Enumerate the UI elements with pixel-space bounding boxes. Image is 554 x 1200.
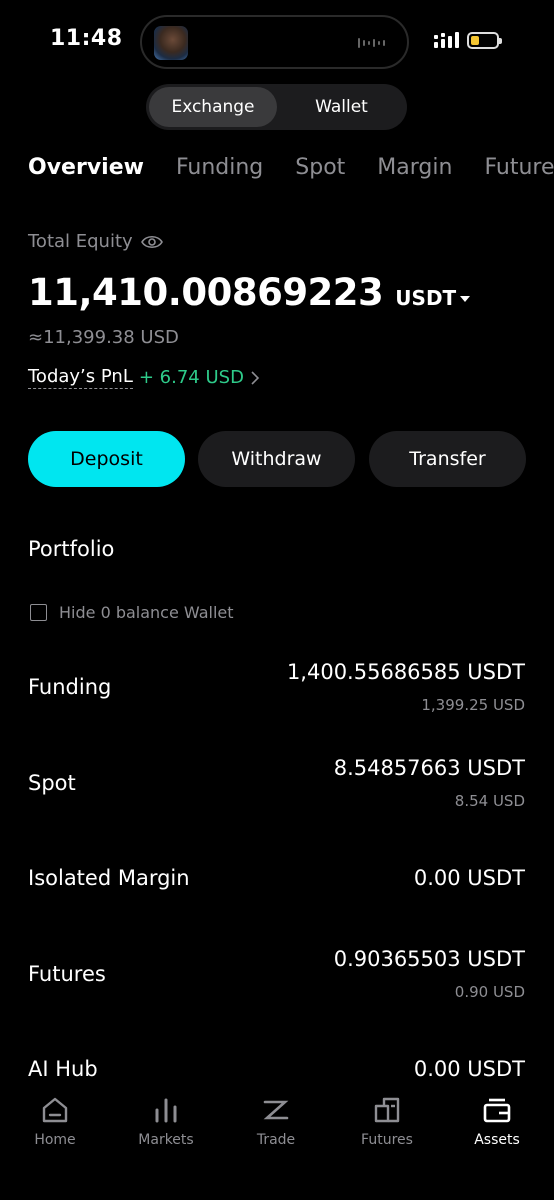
portfolio-row-futures[interactable]: Futures 0.90365503 USDT 0.90 USD: [28, 947, 525, 1007]
row-amount: 0.90365503 USDT: [333, 947, 525, 971]
currency-label: USDT: [395, 286, 457, 310]
nav-markets[interactable]: Markets: [116, 1094, 216, 1148]
caret-down-icon: [460, 296, 471, 302]
portfolio-row-ai-hub[interactable]: AI Hub 0.00 USDT: [28, 1057, 525, 1087]
row-name: Spot: [28, 771, 76, 795]
tab-spot[interactable]: Spot: [295, 155, 345, 180]
tab-funding[interactable]: Funding: [176, 155, 263, 180]
row-amount: 1,400.55686585 USDT: [286, 660, 525, 684]
total-equity-text: Total Equity: [28, 231, 133, 252]
portfolio-row-spot[interactable]: Spot 8.54857663 USDT 8.54 USD: [28, 756, 525, 816]
total-equity: 11,410.00869223 USDT: [28, 271, 471, 314]
total-equity-usd: ≈11,399.38 USD: [28, 327, 179, 348]
nav-futures[interactable]: Futures: [337, 1094, 437, 1148]
chevron-right-icon: [251, 370, 260, 385]
row-amount: 0.00 USDT: [413, 866, 525, 890]
portfolio-row-funding[interactable]: Funding 1,400.55686585 USDT 1,399.25 USD: [28, 660, 525, 720]
hide-zero-label: Hide 0 balance Wallet: [59, 603, 234, 622]
currency-selector[interactable]: USDT: [395, 286, 471, 310]
portfolio-row-isolated-margin[interactable]: Isolated Margin 0.00 USDT: [28, 866, 525, 896]
row-usd: 0.90 USD: [454, 983, 525, 1001]
transfer-button[interactable]: Transfer: [369, 431, 526, 487]
segment-wallet[interactable]: Wallet: [279, 87, 404, 127]
segment-exchange[interactable]: Exchange: [149, 87, 277, 127]
avatar: [154, 26, 188, 60]
markets-icon: [155, 1098, 177, 1123]
wallet-icon: [483, 1098, 511, 1123]
bottom-nav: Home Markets Trade Futures Assets: [0, 1086, 554, 1200]
portfolio-title: Portfolio: [28, 537, 115, 561]
eye-icon[interactable]: [140, 235, 163, 249]
home-icon: [42, 1097, 68, 1123]
total-equity-label: Total Equity: [28, 231, 163, 252]
futures-icon: [374, 1097, 400, 1123]
checkbox[interactable]: [30, 604, 47, 621]
deposit-button[interactable]: Deposit: [28, 431, 185, 487]
nav-home-label: Home: [34, 1132, 76, 1148]
nav-markets-label: Markets: [138, 1132, 194, 1148]
row-name: Funding: [28, 675, 112, 699]
pnl-label: Today’s PnL: [28, 366, 133, 389]
trade-icon: [263, 1100, 289, 1120]
tab-futures[interactable]: Futures: [484, 155, 554, 180]
tab-margin[interactable]: Margin: [377, 155, 452, 180]
audio-wave-icon: [358, 38, 385, 48]
hide-zero-balance-toggle[interactable]: Hide 0 balance Wallet: [30, 603, 234, 622]
row-name: AI Hub: [28, 1057, 98, 1081]
exchange-wallet-switch: Exchange Wallet: [146, 84, 407, 130]
row-amount: 8.54857663 USDT: [333, 756, 525, 780]
status-time: 11:48: [50, 26, 123, 51]
asset-tabs: Overview Funding Spot Margin Futures: [28, 155, 554, 180]
nav-trade[interactable]: Trade: [226, 1094, 326, 1148]
assets-screen: 11:48 Exchange Wallet Overview Funding S…: [0, 0, 554, 1200]
row-name: Futures: [28, 962, 106, 986]
row-name: Isolated Margin: [28, 866, 190, 890]
total-equity-value: 11,410.00869223: [28, 271, 384, 314]
tab-overview[interactable]: Overview: [28, 155, 144, 180]
row-amount: 0.00 USDT: [413, 1057, 525, 1081]
nav-futures-label: Futures: [361, 1132, 413, 1148]
battery-icon: [467, 32, 502, 49]
todays-pnl[interactable]: Today’s PnL + 6.74 USD: [28, 366, 260, 389]
nav-home[interactable]: Home: [5, 1094, 105, 1148]
nav-assets[interactable]: Assets: [447, 1094, 547, 1148]
row-usd: 8.54 USD: [454, 792, 525, 810]
nav-assets-label: Assets: [474, 1132, 520, 1148]
signal-icon: [434, 32, 459, 48]
dynamic-island[interactable]: [140, 15, 409, 69]
withdraw-button[interactable]: Withdraw: [198, 431, 355, 487]
nav-trade-label: Trade: [256, 1132, 296, 1148]
pnl-value: + 6.74 USD: [138, 367, 244, 388]
row-usd: 1,399.25 USD: [421, 696, 525, 714]
